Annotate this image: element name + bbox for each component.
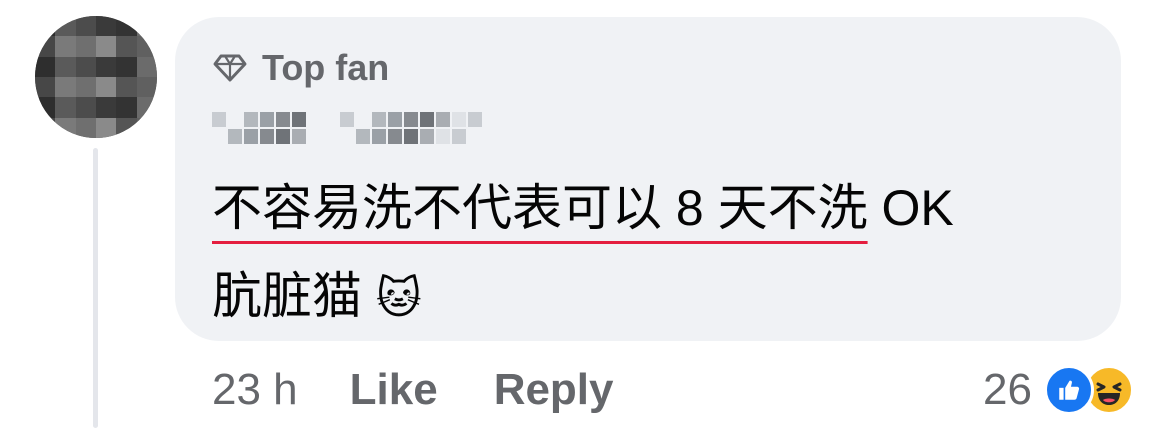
- avatar[interactable]: [35, 16, 157, 138]
- avatar-pixel: [96, 97, 117, 118]
- author-name-pixel: [260, 112, 274, 127]
- author-name-pixel: [244, 112, 258, 127]
- avatar-pixel: [35, 16, 56, 37]
- author-name-pixel: [228, 129, 242, 144]
- avatar-pixel: [75, 117, 96, 138]
- avatar-pixel: [35, 56, 56, 77]
- avatar-pixel: [136, 117, 157, 138]
- author-name-pixel: [228, 112, 242, 127]
- author-name-pixel: [324, 112, 338, 127]
- avatar-pixel: [136, 77, 157, 98]
- avatar-pixel: [75, 36, 96, 57]
- author-name-pixel: [340, 129, 354, 144]
- author-name-pixel: [260, 129, 274, 144]
- avatar-pixel: [116, 56, 137, 77]
- author-name-blurred[interactable]: [212, 112, 482, 144]
- avatar-pixel: [96, 77, 117, 98]
- avatar-pixel: [55, 97, 76, 118]
- avatar-pixel: [35, 117, 56, 138]
- author-name-pixel: [404, 112, 418, 127]
- reactions-summary[interactable]: 26: [983, 360, 1134, 420]
- comment-text: 不容易洗不代表可以 8 天不洗 OK 肮脏猫 🐱: [212, 164, 1102, 343]
- author-name-pixel: [452, 112, 466, 127]
- avatar-pixel: [75, 16, 96, 37]
- badge-label: Top fan: [262, 47, 390, 88]
- author-name-pixel: [356, 129, 370, 144]
- author-name-pixel: [324, 129, 338, 144]
- diamond-icon: [213, 54, 247, 82]
- avatar-pixel: [96, 56, 117, 77]
- avatar-pixel: [35, 36, 56, 57]
- author-name-pixel: [372, 129, 386, 144]
- timestamp[interactable]: 23 h: [212, 365, 298, 415]
- reaction-count: 26: [983, 365, 1032, 414]
- avatar-pixel: [75, 56, 96, 77]
- author-name-pixel: [436, 112, 450, 127]
- underlined-text: 不容易洗不代表可以 8 天不洗: [212, 180, 868, 236]
- author-name-pixel: [292, 112, 306, 127]
- avatar-pixel: [55, 36, 76, 57]
- avatar-pixel: [116, 16, 137, 37]
- author-name-pixel: [276, 129, 290, 144]
- author-name-pixel: [244, 129, 258, 144]
- author-name-pixel: [356, 112, 370, 127]
- avatar-pixel: [116, 77, 137, 98]
- comment-line-1-rest: OK: [867, 180, 954, 236]
- author-name-pixel: [340, 112, 354, 127]
- author-name-pixel: [212, 112, 226, 127]
- avatar-pixel: [136, 36, 157, 57]
- avatar-pixel: [75, 77, 96, 98]
- top-fan-badge: Top fan: [212, 46, 389, 90]
- avatar-pixel: [96, 117, 117, 138]
- cat-emoji-icon: 🐱: [375, 274, 422, 323]
- author-name-pixel: [276, 112, 290, 127]
- comment-line-2-text: 肮脏猫: [212, 268, 362, 324]
- avatar-pixel: [116, 117, 137, 138]
- avatar-pixel: [35, 97, 56, 118]
- reply-thread-line: [93, 148, 98, 428]
- comment-line-1: 不容易洗不代表可以 8 天不洗 OK: [212, 164, 1102, 252]
- avatar-pixel: [96, 16, 117, 37]
- author-name-pixel: [436, 129, 450, 144]
- author-name-pixel: [308, 129, 322, 144]
- avatar-pixel: [35, 77, 56, 98]
- author-name-pixel: [468, 112, 482, 127]
- author-name-pixel: [420, 129, 434, 144]
- comment-line-2: 肮脏猫 🐱: [212, 252, 1102, 343]
- avatar-pixel: [136, 16, 157, 37]
- avatar-pixel: [55, 16, 76, 37]
- author-name-pixel: [212, 129, 226, 144]
- avatar-pixel: [116, 97, 137, 118]
- reply-button[interactable]: Reply: [494, 365, 614, 415]
- avatar-pixel: [96, 36, 117, 57]
- avatar-pixel: [136, 97, 157, 118]
- avatar-pixel: [116, 36, 137, 57]
- like-button[interactable]: Like: [350, 365, 438, 415]
- avatar-pixel: [55, 77, 76, 98]
- author-name-pixel: [404, 129, 418, 144]
- avatar-pixel: [136, 56, 157, 77]
- avatar-pixel: [55, 56, 76, 77]
- avatar-pixel: [55, 117, 76, 138]
- author-name-pixel: [420, 112, 434, 127]
- author-name-pixel: [292, 129, 306, 144]
- author-name-pixel: [372, 112, 386, 127]
- author-name-pixel: [452, 129, 466, 144]
- author-name-pixel: [468, 129, 482, 144]
- author-name-pixel: [388, 112, 402, 127]
- author-name-pixel: [308, 112, 322, 127]
- avatar-pixel: [75, 97, 96, 118]
- like-reaction-icon: [1044, 365, 1094, 415]
- author-name-pixel: [388, 129, 402, 144]
- comment-actions: 23 h Like Reply: [212, 360, 670, 420]
